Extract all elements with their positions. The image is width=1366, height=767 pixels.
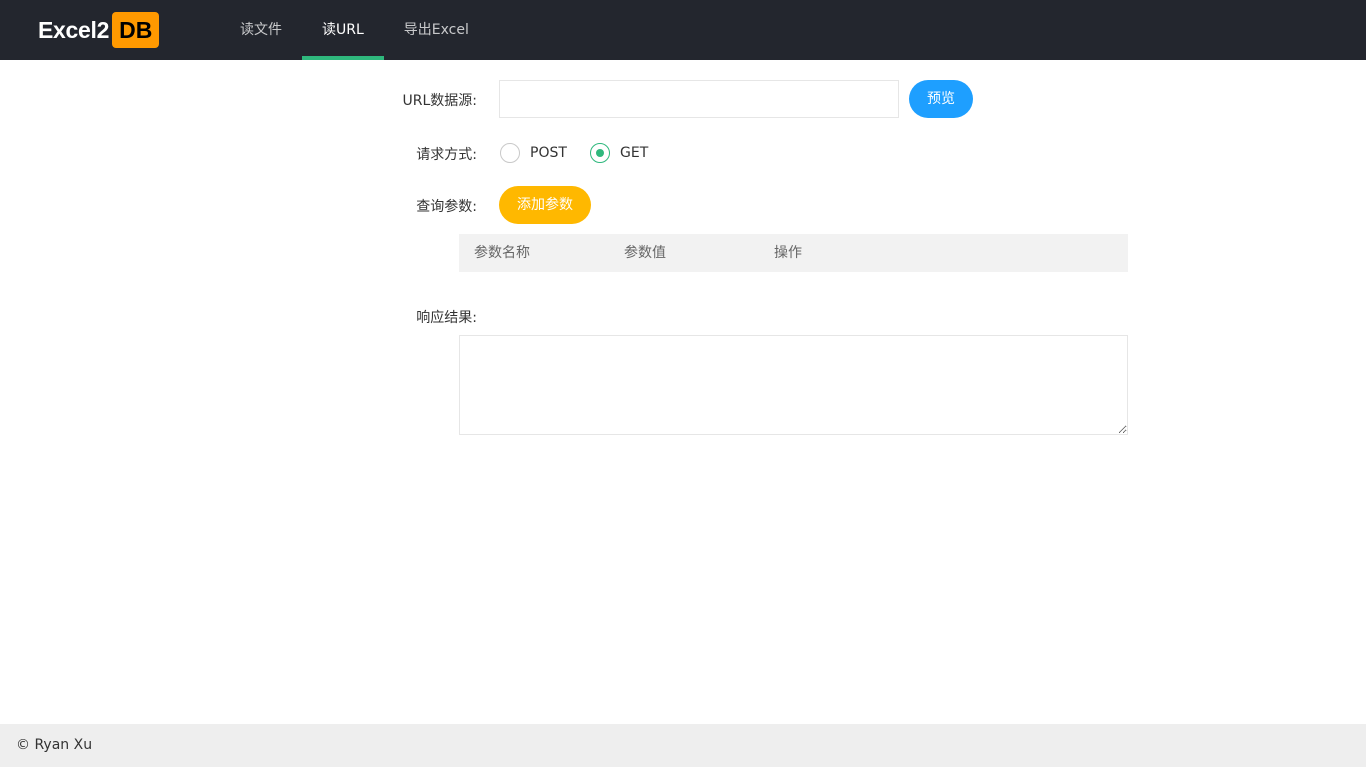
nav-tab-read-file[interactable]: 读文件 bbox=[220, 0, 302, 60]
add-param-button[interactable]: 添加参数 bbox=[499, 186, 591, 224]
url-label: URL数据源: bbox=[402, 93, 478, 109]
app-logo[interactable]: Excel2 DB bbox=[38, 12, 160, 48]
nav-tab-read-url[interactable]: 读URL bbox=[302, 0, 384, 60]
radio-get-label: GET bbox=[620, 145, 649, 161]
radio-post-circle[interactable] bbox=[500, 143, 520, 163]
params-label: 查询参数: bbox=[416, 199, 477, 215]
nav-tab-export-excel[interactable]: 导出Excel bbox=[384, 0, 489, 60]
radio-post[interactable]: POST bbox=[500, 142, 567, 164]
radio-get-circle[interactable] bbox=[590, 143, 610, 163]
method-label: 请求方式: bbox=[416, 147, 477, 163]
logo-badge: DB bbox=[112, 12, 160, 48]
column-param-value: 参数值 bbox=[624, 245, 666, 261]
result-label: 响应结果: bbox=[416, 310, 477, 326]
top-header: Excel2 DB 读文件 读URL 导出Excel bbox=[0, 0, 1366, 60]
logo-text: Excel2 bbox=[38, 16, 110, 43]
page-footer: © Ryan Xu bbox=[0, 724, 1366, 767]
preview-button[interactable]: 预览 bbox=[909, 80, 973, 118]
params-table-header: 参数名称 参数值 操作 bbox=[459, 234, 1128, 272]
column-param-name: 参数名称 bbox=[474, 245, 530, 261]
main-nav: 读文件 读URL 导出Excel bbox=[220, 0, 489, 60]
url-input[interactable] bbox=[499, 80, 899, 118]
radio-post-label: POST bbox=[530, 145, 567, 161]
column-actions: 操作 bbox=[774, 245, 802, 261]
footer-copyright: © Ryan Xu bbox=[16, 737, 93, 753]
result-textarea[interactable] bbox=[459, 335, 1128, 435]
radio-get[interactable]: GET bbox=[590, 142, 648, 164]
